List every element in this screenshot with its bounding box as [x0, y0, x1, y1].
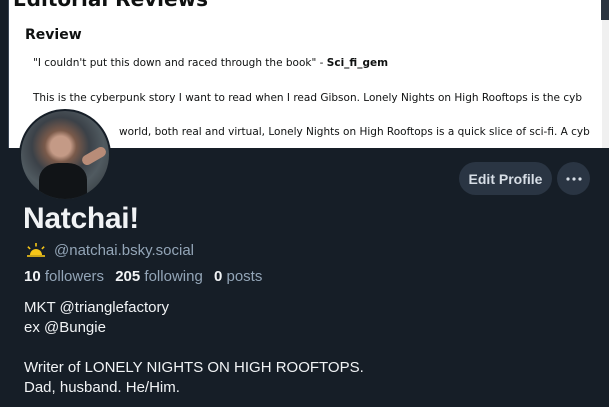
followers-link[interactable]: 10 followers — [24, 268, 104, 285]
review-quote: "I couldn't put this down and raced thro… — [33, 57, 388, 69]
review-heading: Review — [25, 27, 82, 43]
avatar[interactable] — [19, 109, 111, 201]
review-paragraph-2: world, both real and virtual, Lonely Nig… — [119, 126, 590, 138]
avatar-arm — [80, 145, 108, 167]
profile-stats: 10 followers 205 following 0 posts — [24, 268, 262, 285]
followers-count: 10 — [24, 268, 41, 285]
editorial-reviews-heading: Editorial Reviews — [13, 0, 208, 11]
window-left-edge — [0, 0, 8, 148]
bio-line: ex @Bungie — [24, 319, 106, 336]
bio-line: MKT @trianglefactory — [24, 299, 169, 316]
review-quote-author: Sci_fi_gem — [326, 57, 389, 69]
bio-line — [24, 338, 364, 358]
followers-label: followers — [44, 268, 105, 285]
posts-count: 0 — [213, 268, 223, 285]
banner-scrollbar — [602, 0, 609, 148]
display-name: Natchai! — [23, 202, 139, 235]
handle-row: @natchai.bsky.social — [26, 241, 194, 259]
window-corner — [601, 0, 609, 20]
edit-profile-button[interactable]: Edit Profile — [459, 162, 552, 195]
review-quote-text: "I couldn't put this down and raced thro… — [33, 57, 324, 69]
profile-bio: MKT @trianglefactory ex @Bungie Writer o… — [24, 298, 364, 398]
sun-icon — [27, 243, 45, 257]
ellipsis-icon — [565, 176, 582, 181]
user-handle: @natchai.bsky.social — [54, 241, 195, 259]
bio-line: Dad, husband. He/Him. — [24, 379, 180, 396]
more-options-button[interactable] — [557, 162, 590, 195]
avatar-figure — [39, 163, 87, 199]
posts-label: posts — [226, 268, 263, 285]
following-label: following — [144, 268, 203, 285]
review-paragraph-1: This is the cyberpunk story I want to re… — [33, 92, 582, 104]
following-count: 205 — [115, 268, 141, 285]
following-link[interactable]: 205 following — [115, 268, 203, 285]
bio-line: Writer of LONELY NIGHTS ON HIGH ROOFTOPS… — [24, 359, 364, 376]
posts-stat: 0 posts — [214, 268, 262, 285]
